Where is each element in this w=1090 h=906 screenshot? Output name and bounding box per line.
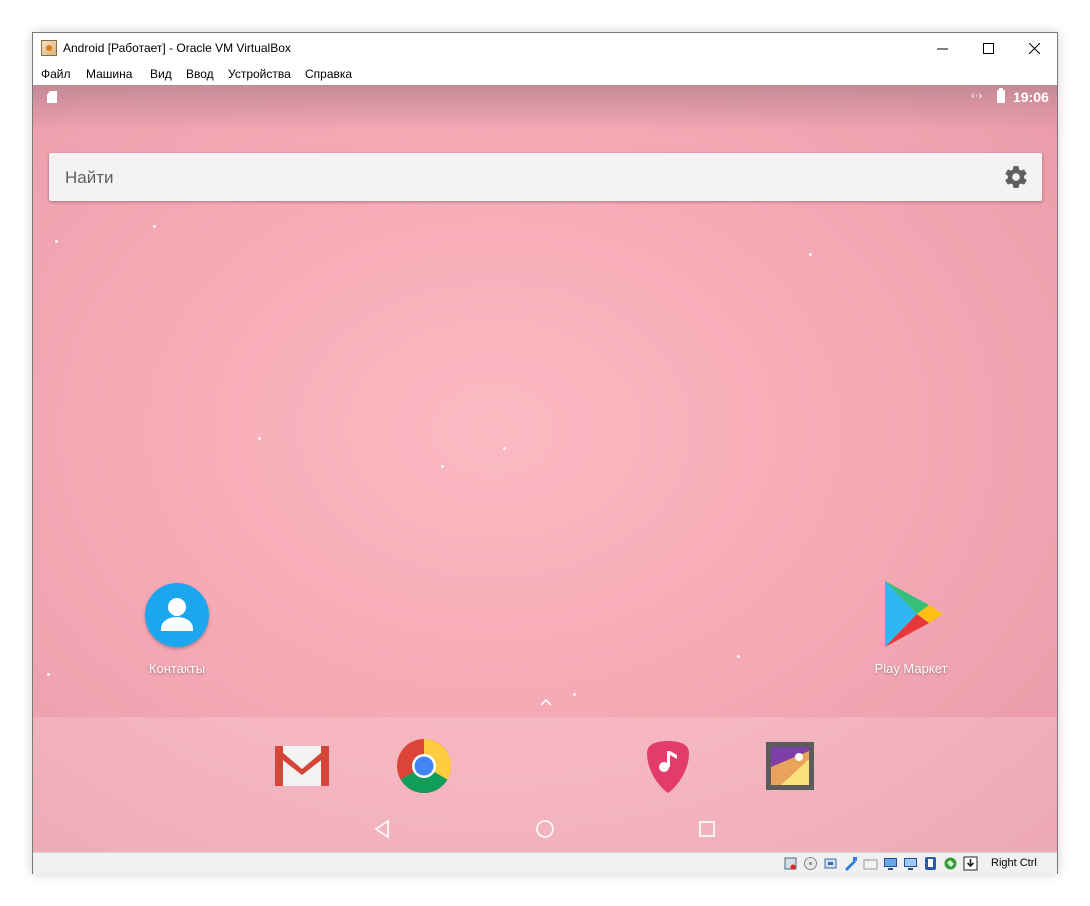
virtualbox-icon bbox=[41, 40, 57, 56]
status-shade bbox=[33, 85, 1057, 130]
chevron-up-icon[interactable] bbox=[538, 696, 554, 708]
sparkle bbox=[55, 240, 58, 243]
network-icon[interactable] bbox=[843, 856, 858, 871]
back-icon[interactable] bbox=[373, 819, 393, 839]
video-capture-icon[interactable] bbox=[923, 856, 938, 871]
menu-devices[interactable]: Устройства bbox=[228, 67, 291, 81]
close-button[interactable] bbox=[1011, 33, 1057, 63]
menu-input[interactable]: Ввод bbox=[186, 67, 214, 81]
sparkle bbox=[258, 437, 261, 440]
network-indicator: ‹·› bbox=[971, 90, 982, 102]
gallery-icon[interactable] bbox=[761, 737, 819, 795]
music-icon[interactable] bbox=[639, 737, 697, 795]
sparkle bbox=[441, 465, 444, 468]
play-store-app[interactable]: Play Маркет bbox=[875, 581, 947, 683]
vm-status-bar: Right Ctrl bbox=[33, 852, 1057, 874]
recents-icon[interactable] bbox=[697, 819, 717, 839]
maximize-icon bbox=[982, 42, 994, 54]
host-key-label: Right Ctrl bbox=[991, 857, 1037, 869]
window-title: Android [Работает] - Oracle VM VirtualBo… bbox=[63, 41, 291, 55]
mouse-integration-icon[interactable] bbox=[943, 856, 958, 871]
contacts-icon bbox=[145, 583, 209, 647]
sparkle bbox=[503, 447, 506, 450]
sd-card-icon bbox=[47, 91, 57, 103]
sparkle bbox=[809, 253, 812, 256]
hard-disk-icon[interactable] bbox=[783, 856, 798, 871]
audio-icon[interactable] bbox=[823, 856, 838, 871]
search-input[interactable]: Найти bbox=[65, 168, 114, 188]
menu-bar: Файл Машина Вид Ввод Устройства Справка bbox=[33, 63, 1057, 85]
gear-icon[interactable] bbox=[1003, 164, 1029, 190]
sparkle bbox=[737, 655, 740, 658]
sparkle bbox=[153, 225, 156, 228]
maximize-button[interactable] bbox=[965, 33, 1011, 63]
optical-drive-icon[interactable] bbox=[803, 856, 818, 871]
status-clock: 19:06 bbox=[1013, 89, 1049, 105]
battery-icon bbox=[997, 88, 1005, 103]
close-icon bbox=[1028, 42, 1040, 54]
android-screen[interactable]: ‹·› 19:06 Найти Контакты Play Маркет bbox=[33, 85, 1057, 852]
menu-help[interactable]: Справка bbox=[305, 67, 352, 81]
usb-icon[interactable] bbox=[863, 856, 878, 871]
title-bar[interactable]: Android [Работает] - Oracle VM VirtualBo… bbox=[33, 33, 1057, 63]
gmail-icon[interactable] bbox=[273, 737, 331, 795]
display-icon[interactable] bbox=[903, 856, 918, 871]
play-store-icon bbox=[885, 581, 943, 647]
menu-file[interactable]: Файл bbox=[41, 67, 71, 81]
home-icon[interactable] bbox=[535, 819, 555, 839]
keyboard-capture-icon[interactable] bbox=[963, 856, 978, 871]
shared-folders-icon[interactable] bbox=[883, 856, 898, 871]
contacts-app[interactable]: Контакты bbox=[145, 583, 209, 683]
play-store-label: Play Маркет bbox=[874, 661, 948, 676]
menu-machine[interactable]: Машина bbox=[86, 67, 132, 81]
sparkle bbox=[47, 673, 50, 676]
minimize-button[interactable] bbox=[919, 33, 965, 63]
menu-view[interactable]: Вид bbox=[150, 67, 172, 81]
virtualbox-window: Android [Работает] - Oracle VM VirtualBo… bbox=[32, 32, 1058, 874]
sparkle bbox=[573, 693, 576, 696]
contacts-label: Контакты bbox=[148, 661, 206, 676]
chrome-icon[interactable] bbox=[395, 737, 453, 795]
minimize-icon bbox=[936, 48, 948, 49]
search-bar[interactable]: Найти bbox=[49, 153, 1042, 201]
